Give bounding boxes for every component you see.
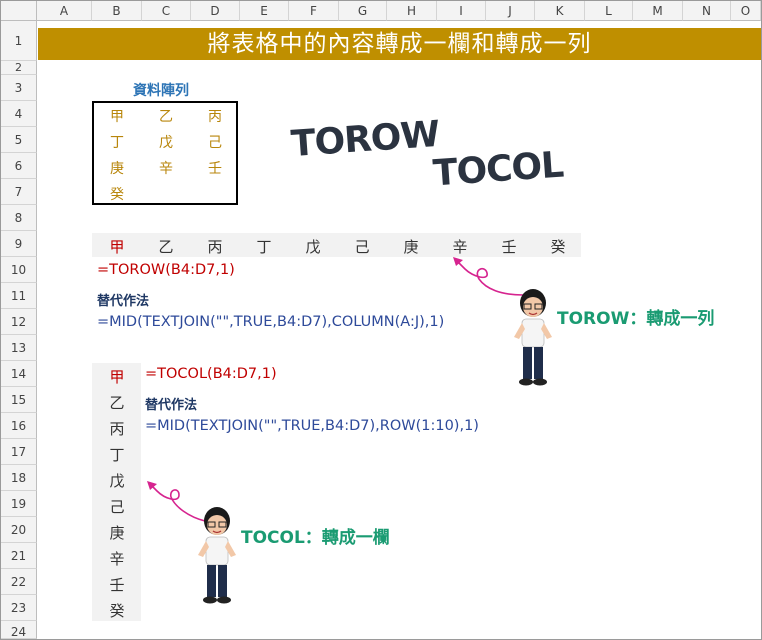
torow-result-e9[interactable]: 丁 [244, 236, 284, 257]
column-header-m[interactable]: M [633, 1, 683, 21]
array-cell-b7[interactable]: 癸 [102, 184, 132, 204]
tocol-result-b14[interactable]: 甲 [97, 366, 137, 387]
select-all-corner[interactable] [1, 1, 37, 21]
torow-result-b9[interactable]: 甲 [97, 236, 137, 257]
row-header-22[interactable]: 22 [1, 569, 37, 595]
column-header-d[interactable]: D [191, 1, 240, 21]
column-header-h[interactable]: H [387, 1, 437, 21]
array-cell-c4[interactable]: 乙 [151, 106, 181, 126]
row-header-20[interactable]: 20 [1, 517, 37, 543]
row-header-4[interactable]: 4 [1, 101, 37, 127]
callout-tocol: TOCOL：轉成一欄 [241, 528, 390, 548]
torow-result-d9[interactable]: 丙 [195, 236, 235, 257]
row-header-6[interactable]: 6 [1, 153, 37, 179]
torow-wordart: TOROW [289, 113, 441, 166]
array-cell-b4[interactable]: 甲 [102, 106, 132, 126]
tocol-result-b20[interactable]: 庚 [97, 522, 137, 543]
array-cell-d4[interactable]: 丙 [200, 106, 230, 126]
tocol-result-b21[interactable]: 辛 [97, 548, 137, 569]
row-header-18[interactable]: 18 [1, 465, 37, 491]
column-header-n[interactable]: N [683, 1, 731, 21]
array-cell-c6[interactable]: 辛 [151, 158, 181, 178]
formula-torow[interactable]: =TOROW(B4:D7,1) [97, 262, 235, 278]
row-header-11[interactable]: 11 [1, 283, 37, 309]
callout-torow: TOROW：轉成一列 [557, 309, 715, 329]
row-header-2[interactable]: 2 [1, 61, 37, 75]
column-header-c[interactable]: C [142, 1, 191, 21]
column-header-a[interactable]: A [37, 1, 92, 21]
row-header-15[interactable]: 15 [1, 387, 37, 413]
row-header-24[interactable]: 24 [1, 621, 37, 639]
array-cell-b6[interactable]: 庚 [102, 158, 132, 178]
row-header-16[interactable]: 16 [1, 413, 37, 439]
row-header-10[interactable]: 10 [1, 257, 37, 283]
formula-torow-alt[interactable]: =MID(TEXTJOIN("",TRUE,B4:D7),COLUMN(A:J)… [97, 314, 444, 330]
tocol-result-b15[interactable]: 乙 [97, 392, 137, 413]
torow-result-c9[interactable]: 乙 [146, 236, 186, 257]
column-header-k[interactable]: K [535, 1, 585, 21]
alt-method-label-2[interactable]: 替代作法 [145, 394, 197, 413]
column-header-e[interactable]: E [240, 1, 289, 21]
title-banner[interactable]: 將表格中的內容轉成一欄和轉成一列 [38, 28, 761, 60]
row-header-17[interactable]: 17 [1, 439, 37, 465]
torow-result-h9[interactable]: 庚 [391, 236, 431, 257]
column-header-f[interactable]: F [289, 1, 339, 21]
alt-method-label-1[interactable]: 替代作法 [97, 290, 149, 309]
tocol-result-b16[interactable]: 丙 [97, 418, 137, 439]
column-header-o[interactable]: O [731, 1, 761, 21]
row-header-23[interactable]: 23 [1, 595, 37, 621]
row-header-3[interactable]: 3 [1, 75, 37, 101]
row-header-13[interactable]: 13 [1, 335, 37, 361]
torow-result-g9[interactable]: 己 [342, 236, 382, 257]
row-header-21[interactable]: 21 [1, 543, 37, 569]
row-header-14[interactable]: 14 [1, 361, 37, 387]
column-header-l[interactable]: L [585, 1, 633, 21]
row-header-1[interactable]: 1 [1, 21, 37, 61]
row-header-12[interactable]: 12 [1, 309, 37, 335]
tocol-result-b17[interactable]: 丁 [97, 444, 137, 465]
row-header-5[interactable]: 5 [1, 127, 37, 153]
row-header-9[interactable]: 9 [1, 231, 37, 257]
cartoon-character-icon [198, 507, 236, 604]
tocol-result-b23[interactable]: 癸 [97, 600, 137, 621]
tocol-result-b19[interactable]: 己 [97, 496, 137, 517]
column-header-j[interactable]: J [486, 1, 535, 21]
row-header-19[interactable]: 19 [1, 491, 37, 517]
formula-tocol-alt[interactable]: =MID(TEXTJOIN("",TRUE,B4:D7),ROW(1:10),1… [145, 418, 479, 434]
cartoon-character-icon [514, 289, 552, 386]
tocol-result-b18[interactable]: 戊 [97, 470, 137, 491]
torow-result-k9[interactable]: 癸 [538, 236, 578, 257]
array-title[interactable]: 資料陣列 [133, 80, 189, 100]
array-cell-d6[interactable]: 壬 [200, 158, 230, 178]
column-header-b[interactable]: B [92, 1, 142, 21]
array-cell-c5[interactable]: 戊 [151, 132, 181, 152]
array-cell-d5[interactable]: 己 [200, 132, 230, 152]
tocol-result-b22[interactable]: 壬 [97, 574, 137, 595]
column-header-i[interactable]: I [437, 1, 486, 21]
column-header-g[interactable]: G [339, 1, 387, 21]
formula-tocol[interactable]: =TOCOL(B4:D7,1) [145, 366, 277, 382]
array-cell-b5[interactable]: 丁 [102, 132, 132, 152]
row-header-7[interactable]: 7 [1, 179, 37, 205]
row-header-8[interactable]: 8 [1, 205, 37, 231]
spreadsheet: A B C D E F G H I J K L M N O 1 2 3 4 5 … [0, 0, 762, 640]
torow-result-f9[interactable]: 戊 [293, 236, 333, 257]
tocol-wordart: TOCOL [431, 144, 565, 195]
